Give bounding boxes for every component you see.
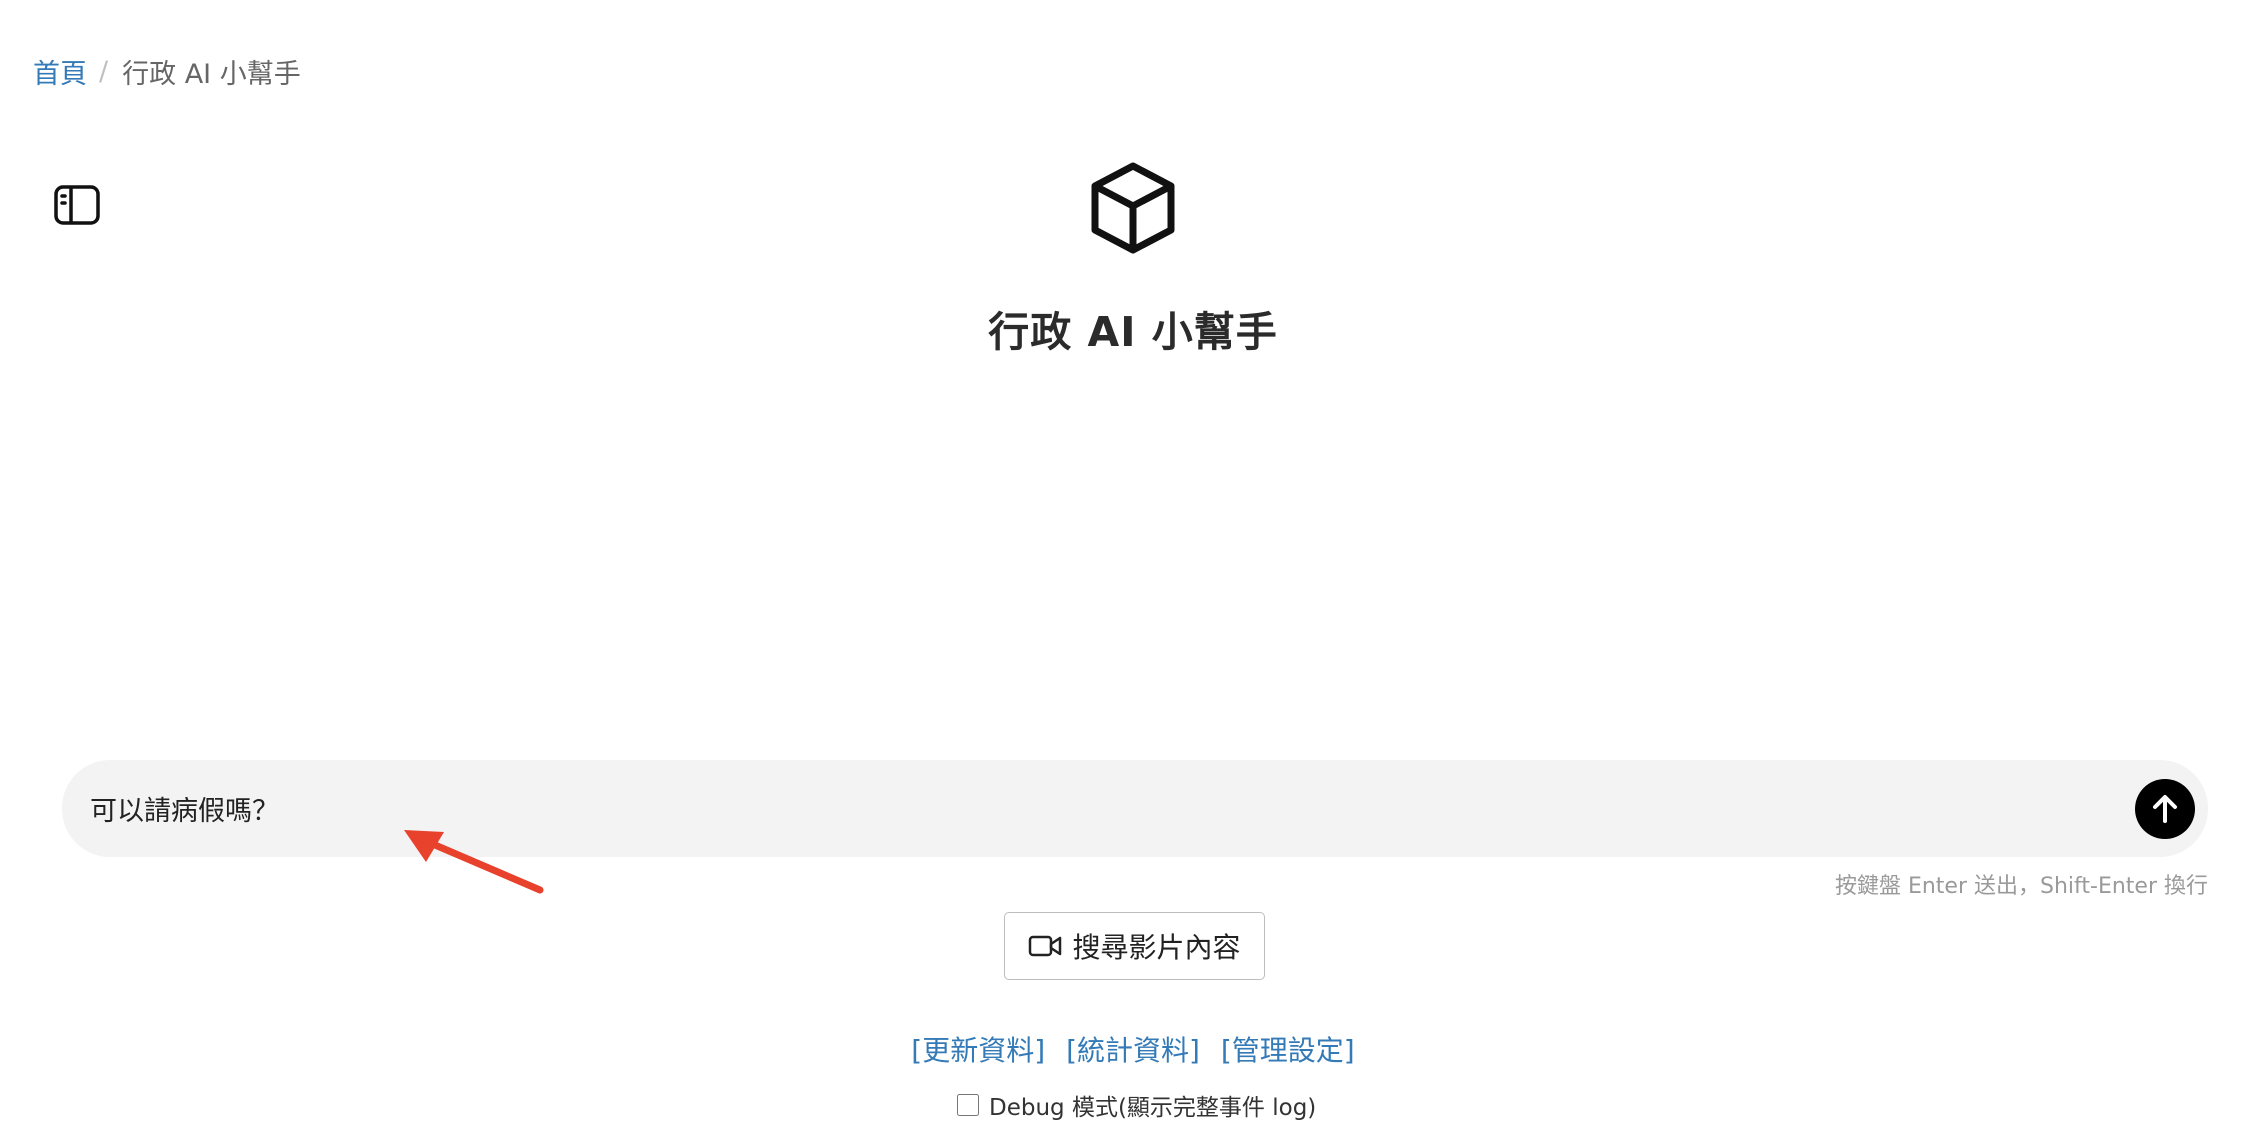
video-camera-icon: [1028, 934, 1062, 958]
breadcrumb-separator: /: [99, 56, 109, 87]
page-title: 行政 AI 小幫手: [988, 308, 1278, 356]
sidebar-icon: [54, 185, 100, 225]
breadcrumb-current: 行政 AI 小幫手: [122, 59, 301, 90]
annotation-arrow-icon: [404, 830, 544, 894]
search-video-label: 搜尋影片內容: [1072, 931, 1241, 964]
admin-settings-link[interactable]: [管理設定]: [1221, 1034, 1355, 1067]
send-button[interactable]: [2135, 779, 2195, 839]
statistics-link[interactable]: [統計資料]: [1066, 1034, 1200, 1067]
input-hint: 按鍵盤 Enter 送出，Shift-Enter 換行: [1834, 874, 2208, 899]
debug-mode-label: Debug 模式(顯示完整事件 log): [989, 1095, 1317, 1121]
search-video-button[interactable]: 搜尋影片內容: [1004, 912, 1265, 980]
chat-input[interactable]: [90, 780, 2090, 836]
chat-input-container: [62, 760, 2208, 857]
arrow-up-icon: [2153, 795, 2177, 823]
page: 首頁 / 行政 AI 小幫手 行政 AI 小幫手 可以請病假嗎？ 按鍵盤 Ent…: [0, 0, 2258, 1144]
debug-mode-row[interactable]: Debug 模式(顯示完整事件 log): [957, 1088, 1316, 1122]
breadcrumb: 首頁 / 行政 AI 小幫手: [33, 52, 301, 91]
cube-logo-icon: [1086, 160, 1180, 256]
breadcrumb-home-link[interactable]: 首頁: [33, 52, 87, 91]
sidebar-toggle-button[interactable]: [52, 180, 102, 230]
update-data-link[interactable]: [更新資料]: [911, 1034, 1045, 1067]
debug-mode-checkbox[interactable]: [957, 1094, 979, 1116]
footer-links: [更新資料] [統計資料] [管理設定]: [0, 1029, 2258, 1069]
